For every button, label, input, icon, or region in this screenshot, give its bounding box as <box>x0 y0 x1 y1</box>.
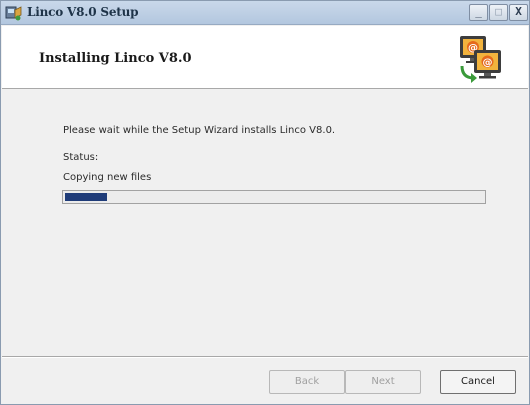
status-label: Status: <box>63 152 99 163</box>
setup-window: Linco V8.0 Setup _ □ X Installing Linco … <box>0 0 530 405</box>
install-progress-bar <box>62 190 486 204</box>
install-message: Please wait while the Setup Wizard insta… <box>63 125 336 136</box>
header-banner: Installing Linco V8.0 @ @ <box>2 26 528 89</box>
cancel-button[interactable]: Cancel <box>440 370 516 394</box>
page-title: Installing Linco V8.0 <box>39 51 192 66</box>
title-bar[interactable]: Linco V8.0 Setup _ □ X <box>1 1 529 25</box>
installer-app-icon <box>5 6 22 21</box>
window-title: Linco V8.0 Setup <box>27 5 139 19</box>
next-button[interactable]: Next <box>345 370 421 394</box>
close-button[interactable]: X <box>509 4 528 21</box>
back-button[interactable]: Back <box>269 370 345 394</box>
monitors-transfer-icon: @ @ <box>460 36 501 83</box>
status-value: Copying new files <box>63 172 152 183</box>
minimize-button[interactable]: _ <box>469 4 488 21</box>
maximize-button[interactable]: □ <box>489 4 508 21</box>
progress-fill <box>65 193 107 201</box>
svg-text:@: @ <box>483 58 493 69</box>
footer-divider <box>2 356 528 358</box>
